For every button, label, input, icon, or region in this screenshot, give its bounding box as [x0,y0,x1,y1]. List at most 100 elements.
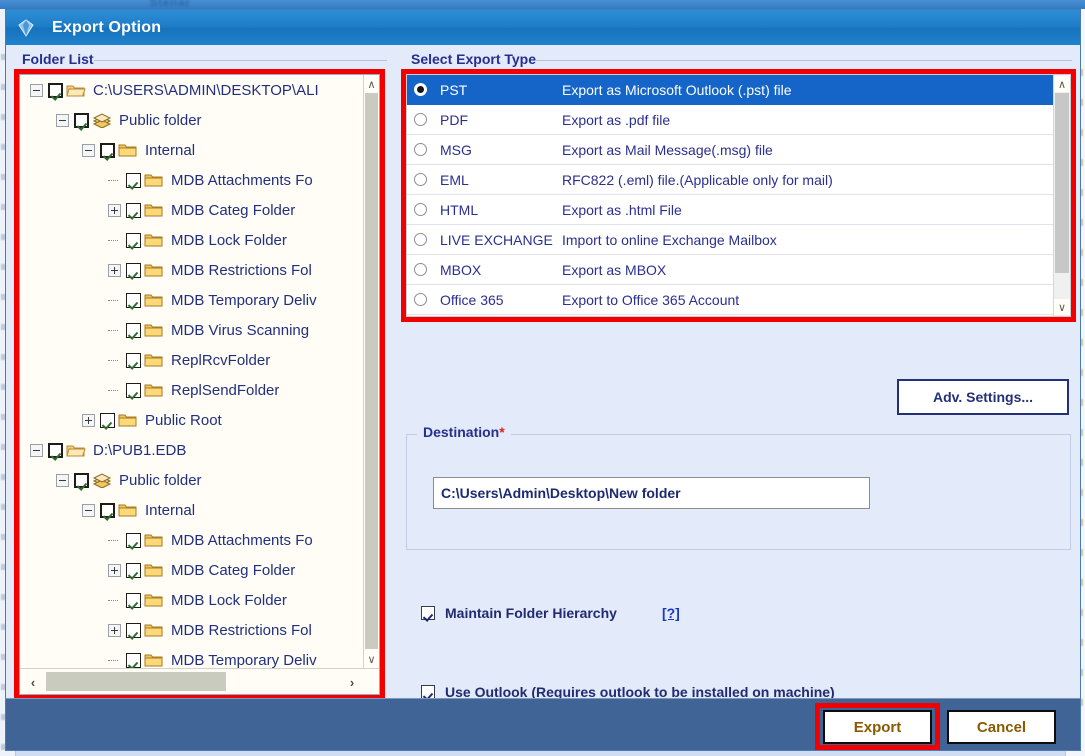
folder-tree-item[interactable]: ReplSendFolder [20,375,363,405]
export-type-option[interactable]: HTML Export as .html File [407,195,1053,225]
folder-item-label: MDB Temporary Deliv [171,651,317,669]
folder-checkbox[interactable] [100,142,115,158]
folder-tree-item[interactable]: MDB Virus Scanning [20,315,363,345]
expand-icon[interactable] [82,413,95,427]
export-type-option[interactable]: PST Export as Microsoft Outlook (.pst) fi… [407,75,1053,105]
folder-checkbox[interactable] [126,232,141,248]
scroll-up-icon[interactable]: ∧ [364,76,379,92]
folder-tree-item[interactable]: Internal [20,495,363,525]
folder-checkbox[interactable] [48,82,63,98]
collapse-icon[interactable] [56,113,69,127]
export-type-option[interactable]: LIVE EXCHANGE Import to online Exchange M… [407,225,1053,255]
folder-checkbox[interactable] [126,292,141,308]
folder-item-label: C:\USERS\ADMIN\DESKTOP\ALI [93,81,319,99]
folder-tree-item[interactable]: MDB Attachments Fo [20,165,363,195]
folder-tree-item[interactable]: Public Root [20,405,363,435]
folder-tree-item[interactable]: MDB Categ Folder [20,195,363,225]
folder-checkbox[interactable] [74,472,89,488]
export-type-option[interactable]: PDF Export as .pdf file [407,105,1053,135]
collapse-icon[interactable] [30,83,43,97]
folder-checkbox[interactable] [126,382,141,398]
export-scroll-up-icon[interactable]: ∧ [1054,76,1070,92]
expand-icon[interactable] [108,263,121,277]
folder-tree-horizontal-scrollbar[interactable]: ‹ › [20,668,379,694]
stack-folder-icon [92,472,112,489]
folder-checkbox[interactable] [48,442,63,458]
folder-checkbox[interactable] [74,112,89,128]
maintain-folder-hierarchy-help-link[interactable]: [?] [662,605,680,621]
export-button[interactable]: Export [823,710,932,744]
folder-tree[interactable]: C:\USERS\ADMIN\DESKTOP\ALI Public folder I… [19,74,380,695]
folder-item-label: MDB Lock Folder [171,231,287,249]
folder-tree-item[interactable]: MDB Restrictions Fol [20,615,363,645]
export-type-radio[interactable] [414,113,427,126]
export-type-radio[interactable] [414,293,427,306]
folder-checkbox[interactable] [126,352,141,368]
adv-settings-button[interactable]: Adv. Settings... [897,379,1069,415]
export-type-radio[interactable] [414,143,427,156]
export-scroll-thumb[interactable] [1055,93,1069,273]
maintain-folder-hierarchy-label: Maintain Folder Hierarchy [445,605,617,621]
folder-checkbox[interactable] [126,562,141,578]
export-type-option[interactable]: EML RFC822 (.eml) file.(Applicable only f… [407,165,1053,195]
folder-checkbox[interactable] [126,172,141,188]
folder-checkbox[interactable] [126,262,141,278]
folder-tree-item[interactable]: MDB Attachments Fo [20,525,363,555]
export-scroll-down-icon[interactable]: ∨ [1054,299,1070,315]
maintain-folder-hierarchy-row[interactable]: Maintain Folder Hierarchy [?] [421,605,680,621]
use-outlook-checkbox[interactable] [421,685,435,699]
expand-icon[interactable] [108,203,121,217]
export-type-radio[interactable] [414,203,427,216]
folder-tree-item[interactable]: C:\USERS\ADMIN\DESKTOP\ALI [20,75,363,105]
export-type-rows[interactable]: PST Export as Microsoft Outlook (.pst) fi… [407,75,1053,316]
folder-tree-item[interactable]: Public folder [20,105,363,135]
folder-tree-item[interactable]: MDB Restrictions Fol [20,255,363,285]
folder-icon [144,323,164,338]
collapse-icon[interactable] [82,503,95,517]
folder-tree-vertical-scrollbar[interactable]: ∧ ∨ [363,75,379,668]
folder-checkbox[interactable] [100,502,115,518]
export-type-radio[interactable] [414,83,427,96]
collapse-icon[interactable] [30,443,43,457]
vertical-scroll-thumb[interactable] [365,93,378,649]
folder-tree-item[interactable]: MDB Temporary Deliv [20,645,363,668]
folder-checkbox[interactable] [126,592,141,608]
cancel-button[interactable]: Cancel [947,710,1056,744]
folder-checkbox[interactable] [126,652,141,668]
folder-tree-item[interactable]: MDB Lock Folder [20,225,363,255]
folder-tree-item[interactable]: Internal [20,135,363,165]
scroll-right-icon[interactable]: › [341,669,363,694]
folder-tree-item[interactable]: MDB Categ Folder [20,555,363,585]
folder-tree-rows[interactable]: C:\USERS\ADMIN\DESKTOP\ALI Public folder I… [20,75,363,668]
expand-icon[interactable] [108,563,121,577]
export-type-option[interactable]: MSG Export as Mail Message(.msg) file [407,135,1053,165]
export-type-radio[interactable] [414,233,427,246]
export-type-option[interactable]: MBOX Export as MBOX [407,255,1053,285]
export-type-vertical-scrollbar[interactable]: ∧ ∨ [1053,75,1070,316]
export-type-description: Export to Office 365 Account [562,291,740,308]
export-type-option[interactable]: Office 365 Export to Office 365 Account [407,285,1053,315]
destination-path-input[interactable]: C:\Users\Admin\Desktop\New folder [433,477,870,509]
collapse-icon[interactable] [82,143,95,157]
scroll-left-icon[interactable]: ‹ [22,669,44,694]
folder-icon [144,173,164,188]
export-type-list[interactable]: PST Export as Microsoft Outlook (.pst) fi… [406,74,1071,317]
folder-tree-item[interactable]: Public folder [20,465,363,495]
scroll-down-icon[interactable]: ∨ [364,651,379,667]
folder-tree-item[interactable]: MDB Lock Folder [20,585,363,615]
folder-tree-item[interactable]: D:\PUB1.EDB [20,435,363,465]
collapse-icon[interactable] [56,473,69,487]
folder-checkbox[interactable] [100,412,115,428]
export-type-radio[interactable] [414,173,427,186]
folder-checkbox[interactable] [126,202,141,218]
export-type-radio[interactable] [414,263,427,276]
expand-icon[interactable] [108,623,121,637]
horizontal-scroll-thumb[interactable] [46,672,226,691]
folder-checkbox[interactable] [126,322,141,338]
maintain-folder-hierarchy-checkbox[interactable] [421,606,435,620]
folder-icon [144,623,164,638]
folder-tree-item[interactable]: MDB Temporary Deliv [20,285,363,315]
folder-checkbox[interactable] [126,532,141,548]
folder-tree-item[interactable]: ReplRcvFolder [20,345,363,375]
folder-checkbox[interactable] [126,622,141,638]
